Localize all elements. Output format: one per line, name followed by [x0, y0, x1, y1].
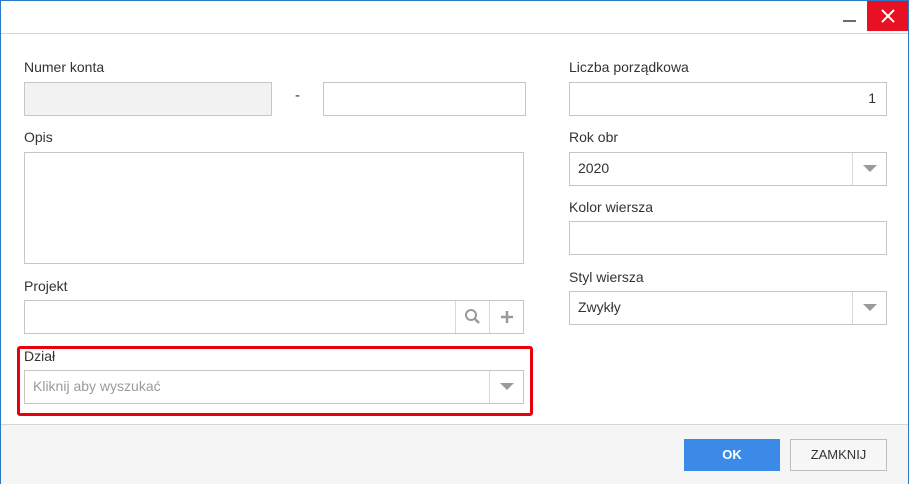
project-input[interactable] — [24, 300, 524, 334]
project-search-button[interactable] — [455, 301, 489, 333]
chevron-down-icon[interactable] — [489, 371, 523, 403]
title-bar — [1, 1, 908, 34]
project-add-button[interactable] — [489, 301, 523, 333]
close-icon — [881, 9, 895, 23]
row-color-input[interactable] — [569, 221, 887, 255]
department-select[interactable]: Kliknij aby wyszukać — [24, 370, 524, 404]
account-number-separator: - — [295, 87, 300, 104]
dialog-footer: OK ZAMKNIJ — [1, 424, 908, 484]
account-number-field[interactable] — [323, 82, 526, 116]
ordinal-number-value: 1 — [868, 90, 876, 106]
minimize-icon[interactable] — [833, 1, 867, 33]
chevron-down-icon[interactable] — [852, 153, 886, 185]
close-window-button[interactable] — [867, 1, 908, 31]
dialog-window: Numer konta - Opis Projekt Dział Kliknij… — [0, 0, 909, 484]
ok-button[interactable]: OK — [684, 439, 780, 471]
ordinal-number-input[interactable]: 1 — [569, 82, 887, 116]
row-color-label: Kolor wiersza — [569, 199, 654, 215]
chevron-down-icon[interactable] — [852, 292, 886, 324]
fiscal-year-select[interactable]: 2020 — [569, 152, 887, 186]
row-style-label: Styl wiersza — [569, 269, 644, 285]
search-icon — [465, 309, 480, 324]
description-textarea[interactable] — [24, 152, 524, 264]
close-button[interactable]: ZAMKNIJ — [790, 439, 887, 471]
description-label: Opis — [24, 129, 53, 145]
ordinal-number-label: Liczba porządkowa — [569, 59, 689, 75]
row-style-value: Zwykły — [578, 299, 621, 315]
plus-icon — [501, 311, 513, 323]
project-label: Projekt — [24, 278, 68, 294]
row-style-select[interactable]: Zwykły — [569, 291, 887, 325]
department-placeholder: Kliknij aby wyszukać — [33, 378, 161, 394]
account-number-label: Numer konta — [24, 59, 105, 75]
fiscal-year-value: 2020 — [578, 160, 610, 176]
fiscal-year-label: Rok obr — [569, 129, 619, 145]
department-label: Dział — [24, 348, 56, 364]
account-number-prefix-field — [24, 82, 272, 116]
